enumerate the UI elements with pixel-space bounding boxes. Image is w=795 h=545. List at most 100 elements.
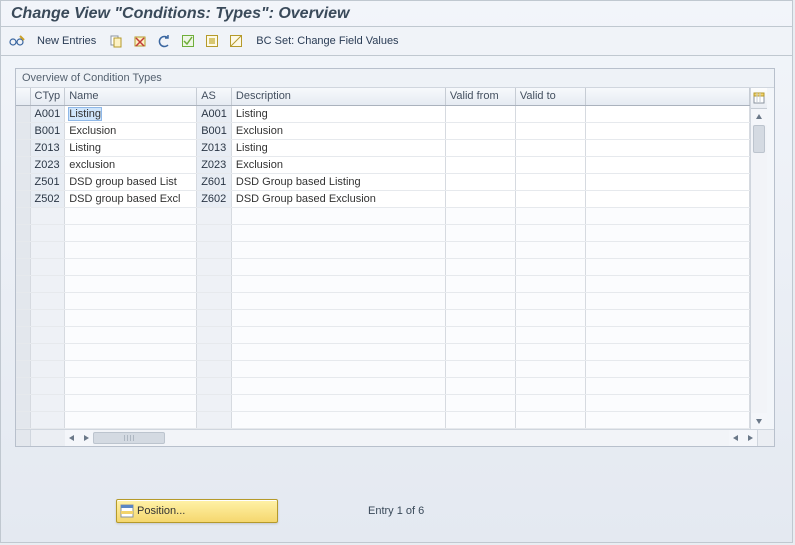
vertical-scroll-thumb[interactable] <box>753 125 765 153</box>
cell-empty <box>231 343 445 360</box>
cell-valid-from[interactable] <box>445 190 515 207</box>
col-valid-to-header[interactable]: Valid to <box>515 88 585 105</box>
cell-empty <box>197 309 232 326</box>
col-as-header[interactable]: AS <box>197 88 232 105</box>
table-settings-button[interactable] <box>751 88 767 109</box>
scroll-up-button[interactable] <box>751 109 767 125</box>
table-row-empty[interactable] <box>16 309 749 326</box>
table-area: CTyp Name AS Description Valid from Vali… <box>16 88 774 429</box>
row-selector[interactable] <box>16 156 30 173</box>
cell-as[interactable]: Z601 <box>197 173 232 190</box>
col-name-header[interactable]: Name <box>65 88 197 105</box>
horizontal-scroll-thumb[interactable] <box>93 432 165 444</box>
scroll-down-button[interactable] <box>751 413 767 429</box>
table-row-empty[interactable] <box>16 258 749 275</box>
cell-as[interactable]: Z023 <box>197 156 232 173</box>
row-selector[interactable] <box>16 122 30 139</box>
cell-valid-to[interactable] <box>515 122 585 139</box>
cell-name[interactable]: DSD group based List <box>65 173 197 190</box>
table-row-empty[interactable] <box>16 326 749 343</box>
table-row-empty[interactable] <box>16 275 749 292</box>
scroll-right-end-button[interactable] <box>743 430 757 446</box>
table-row-empty[interactable] <box>16 360 749 377</box>
cell-ctyp[interactable]: B001 <box>30 122 65 139</box>
new-entries-button[interactable]: New Entries <box>31 32 102 50</box>
copy-as-button[interactable] <box>106 32 126 50</box>
cell-ctyp[interactable]: A001 <box>30 105 65 122</box>
table-row[interactable]: Z023exclusionZ023Exclusion <box>16 156 749 173</box>
table-row-empty[interactable] <box>16 207 749 224</box>
cell-valid-to[interactable] <box>515 190 585 207</box>
vertical-scroll-track[interactable] <box>751 125 767 413</box>
cell-as[interactable]: Z602 <box>197 190 232 207</box>
table-row-empty[interactable] <box>16 411 749 428</box>
cell-empty <box>197 207 232 224</box>
table-row-empty[interactable] <box>16 394 749 411</box>
cell-desc[interactable]: Exclusion <box>231 122 445 139</box>
position-button[interactable]: Position... <box>116 499 278 523</box>
table-row-empty[interactable] <box>16 224 749 241</box>
cell-ctyp[interactable]: Z013 <box>30 139 65 156</box>
cell-empty <box>585 241 749 258</box>
undo-button[interactable] <box>154 32 174 50</box>
select-block-button[interactable] <box>202 32 222 50</box>
horizontal-scrollbar[interactable] <box>16 429 774 446</box>
table-row[interactable]: Z502DSD group based ExclZ602DSD Group ba… <box>16 190 749 207</box>
table-row[interactable]: A001ListingA001Listing <box>16 105 749 122</box>
cell-as[interactable]: Z013 <box>197 139 232 156</box>
table-row-empty[interactable] <box>16 241 749 258</box>
cell-as[interactable]: B001 <box>197 122 232 139</box>
cell-as[interactable]: A001 <box>197 105 232 122</box>
cell-name[interactable]: Listing <box>65 105 197 122</box>
scroll-left-end-button[interactable] <box>729 430 743 446</box>
col-valid-from-header[interactable]: Valid from <box>445 88 515 105</box>
toggle-display-change-button[interactable] <box>7 32 27 50</box>
cell-valid-to[interactable] <box>515 139 585 156</box>
cell-valid-from[interactable] <box>445 156 515 173</box>
col-filler-header <box>585 88 749 105</box>
cell-desc[interactable]: DSD Group based Listing <box>231 173 445 190</box>
cell-ctyp[interactable]: Z023 <box>30 156 65 173</box>
cell-valid-to[interactable] <box>515 105 585 122</box>
scroll-left-button[interactable] <box>65 430 79 446</box>
cell-name[interactable]: DSD group based Excl <box>65 190 197 207</box>
table-row-empty[interactable] <box>16 292 749 309</box>
cell-name[interactable]: Exclusion <box>65 122 197 139</box>
table-row-empty[interactable] <box>16 377 749 394</box>
delete-button[interactable] <box>130 32 150 50</box>
scroll-right-button[interactable] <box>79 430 93 446</box>
cell-valid-from[interactable] <box>445 139 515 156</box>
cell-name[interactable]: exclusion <box>65 156 197 173</box>
row-selector-header[interactable] <box>16 88 30 105</box>
cell-desc[interactable]: Listing <box>231 105 445 122</box>
horizontal-scroll-track[interactable] <box>93 430 729 446</box>
vertical-scrollbar[interactable] <box>750 88 767 429</box>
select-all-button[interactable] <box>178 32 198 50</box>
cell-name[interactable]: Listing <box>65 139 197 156</box>
table-row[interactable]: B001ExclusionB001Exclusion <box>16 122 749 139</box>
deselect-all-button[interactable] <box>226 32 246 50</box>
cell-valid-to[interactable] <box>515 156 585 173</box>
cell-empty <box>197 258 232 275</box>
bc-set-button[interactable]: BC Set: Change Field Values <box>250 32 404 50</box>
table-row-empty[interactable] <box>16 343 749 360</box>
cell-ctyp[interactable]: Z502 <box>30 190 65 207</box>
cell-valid-from[interactable] <box>445 105 515 122</box>
cell-desc[interactable]: Exclusion <box>231 156 445 173</box>
condition-types-table[interactable]: CTyp Name AS Description Valid from Vali… <box>16 88 750 429</box>
row-selector[interactable] <box>16 190 30 207</box>
cell-desc[interactable]: DSD Group based Exclusion <box>231 190 445 207</box>
table-row[interactable]: Z013ListingZ013Listing <box>16 139 749 156</box>
cell-valid-from[interactable] <box>445 122 515 139</box>
row-selector[interactable] <box>16 105 30 122</box>
row-selector[interactable] <box>16 139 30 156</box>
cell-desc[interactable]: Listing <box>231 139 445 156</box>
col-desc-header[interactable]: Description <box>231 88 445 105</box>
row-selector[interactable] <box>16 173 30 190</box>
cell-empty <box>30 411 65 428</box>
cell-valid-from[interactable] <box>445 173 515 190</box>
cell-valid-to[interactable] <box>515 173 585 190</box>
cell-ctyp[interactable]: Z501 <box>30 173 65 190</box>
table-row[interactable]: Z501DSD group based ListZ601DSD Group ba… <box>16 173 749 190</box>
col-ctyp-header[interactable]: CTyp <box>30 88 65 105</box>
